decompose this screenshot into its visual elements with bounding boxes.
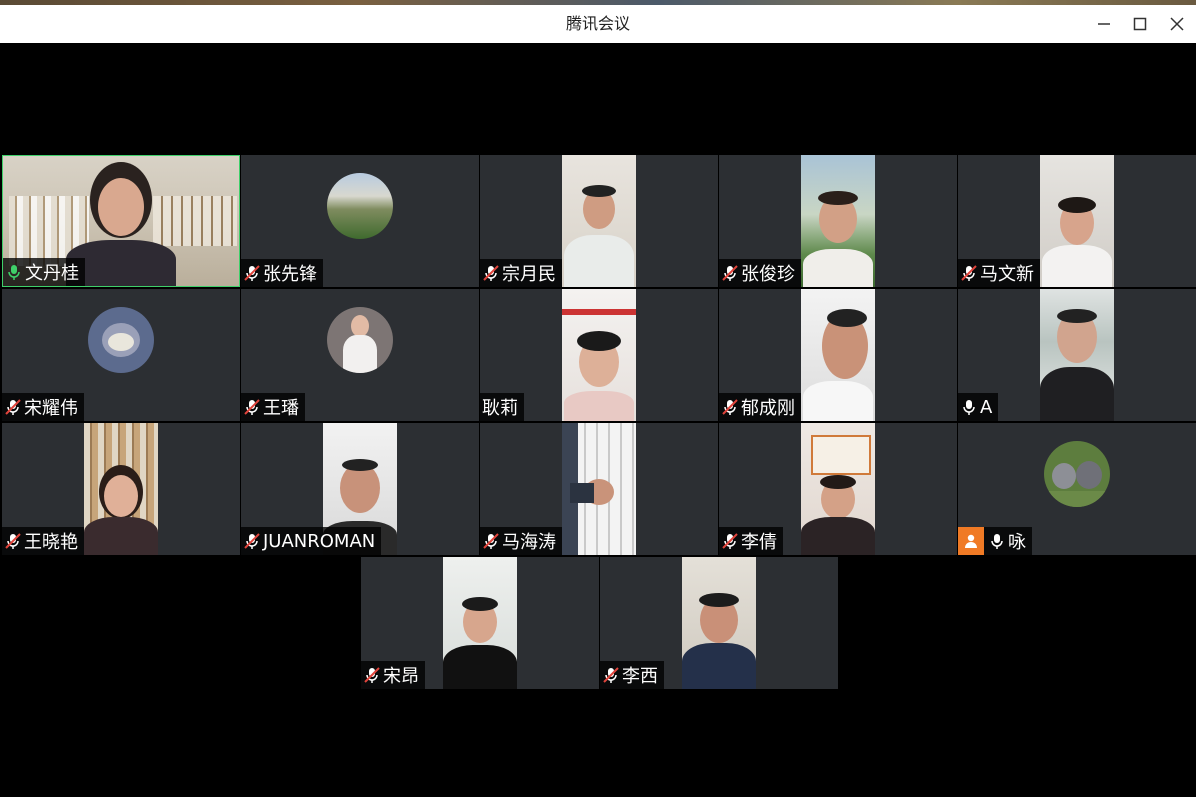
participant-label: 王璠 [241,393,305,421]
participant-tile[interactable]: 宋昂 [361,557,599,689]
participant-name: A [980,396,993,418]
participant-label: 文丹桂 [3,258,85,286]
participant-video [562,289,636,421]
participant-tile[interactable]: 咏 [958,423,1196,555]
participant-label: 李倩 [719,527,783,555]
participant-video [801,423,875,555]
mic-muted-icon [603,667,619,683]
mic-muted-icon [722,265,738,281]
participant-label: A [958,393,999,421]
participant-tile[interactable]: 王晓艳 [2,423,240,555]
mic-muted-icon [5,533,21,549]
participant-video [801,289,875,421]
participant-video [562,423,636,555]
participant-video [682,557,756,689]
participant-tile[interactable]: 马文新 [958,155,1196,287]
mic-muted-icon [5,399,21,415]
participant-name: 耿莉 [482,398,518,419]
participant-name: 马海涛 [502,532,556,553]
participant-video [562,155,636,287]
participant-name: 郁成刚 [741,398,795,419]
participant-name: 王璠 [263,398,299,419]
participant-tile[interactable]: 张俊珍 [719,155,957,287]
participant-tile[interactable]: 文丹桂 [2,155,240,287]
participant-label: JUANROMAN [241,527,382,555]
participant-tile[interactable]: 马海涛 [480,423,718,555]
video-grid: 文丹桂 张先锋 宗月民 张俊珍 马文新 宋耀伟 王璠 耿莉 郁成刚 A 王晓艳 … [0,43,1196,797]
title-bar: 腾讯会议 [0,5,1196,43]
mic-muted-icon [483,265,499,281]
participant-tile[interactable]: 李西 [600,557,838,689]
participant-tile[interactable]: 王璠 [241,289,479,421]
participant-tile[interactable]: 张先锋 [241,155,479,287]
participant-name: 张俊珍 [741,264,795,285]
participant-tile[interactable]: 宋耀伟 [2,289,240,421]
participant-name: 王晓艳 [24,532,78,553]
participant-label: 郁成刚 [719,393,801,421]
close-icon [1170,17,1184,31]
mic-muted-icon [722,399,738,415]
participant-tile[interactable]: A [958,289,1196,421]
participant-video [84,423,158,555]
participant-label: 咏 [958,527,1032,555]
participant-tile[interactable]: 耿莉 [480,289,718,421]
participant-video [443,557,517,689]
landscape-photo-avatar [327,173,393,239]
participant-video [1040,289,1114,421]
maximize-button[interactable] [1122,5,1158,43]
participant-tile[interactable]: 宗月民 [480,155,718,287]
minimize-icon [1098,23,1110,25]
participant-name: 宋耀伟 [24,398,78,419]
minimize-button[interactable] [1086,5,1122,43]
participant-name: JUANROMAN [263,530,376,552]
kittens-photo-avatar [1044,441,1110,507]
girl-photo-avatar [327,307,393,373]
participant-name: 张先锋 [263,264,317,285]
mic-muted-icon [483,533,499,549]
participant-label: 宗月民 [480,259,562,287]
participant-label: 张俊珍 [719,259,801,287]
participant-label: 宋昂 [361,661,425,689]
participant-label: 王晓艳 [2,527,84,555]
mic-on-icon [963,400,975,415]
window-title: 腾讯会议 [565,14,630,33]
participant-video [801,155,875,287]
participant-label: 李西 [600,661,664,689]
mic-on-icon [991,534,1003,549]
participant-tile[interactable]: 郁成刚 [719,289,957,421]
participant-label: 张先锋 [241,259,323,287]
participant-tile[interactable]: 李倩 [719,423,957,555]
participant-name: 宋昂 [383,666,419,687]
mic-muted-icon [722,533,738,549]
mic-muted-icon [244,265,260,281]
mic-on-icon [8,265,20,280]
participant-name: 咏 [1008,532,1026,553]
participant-label: 宋耀伟 [2,393,84,421]
mic-muted-icon [364,667,380,683]
participant-name: 李西 [622,666,658,687]
mic-muted-icon [244,533,260,549]
participant-name: 马文新 [980,264,1034,285]
participant-label: 马文新 [958,259,1040,287]
mic-muted-icon [961,265,977,281]
participant-name: 李倩 [741,532,777,553]
mic-muted-icon [244,399,260,415]
participant-name: 文丹桂 [25,263,79,284]
user-icon [958,527,984,555]
cartoon-cat-avatar [88,307,154,373]
participant-video [1040,155,1114,287]
participant-label: 马海涛 [480,527,562,555]
maximize-icon [1133,17,1147,31]
participant-tile[interactable]: JUANROMAN [241,423,479,555]
participant-name: 宗月民 [502,264,556,285]
participant-label: 耿莉 [480,393,524,421]
close-button[interactable] [1159,5,1195,43]
